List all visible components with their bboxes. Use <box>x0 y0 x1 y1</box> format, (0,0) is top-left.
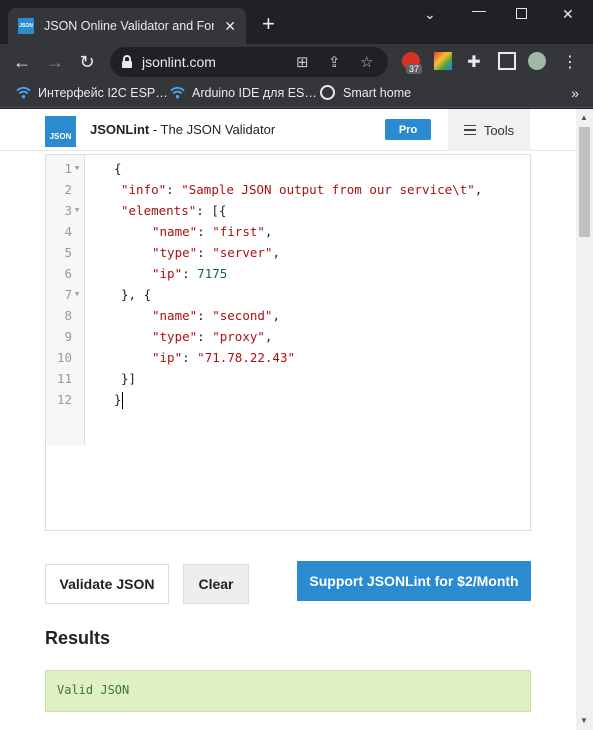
code-line[interactable]: }, { <box>46 284 526 305</box>
brand-title[interactable]: JSONLint - The JSON Validator <box>90 122 275 137</box>
code-line[interactable]: "name": "first", <box>46 221 526 242</box>
validate-json-button[interactable]: Validate JSON <box>45 564 169 604</box>
support-jsonlint-button[interactable]: Support JSONLint for $2/Month <box>297 561 531 601</box>
tab-title: JSON Online Validator and Formatter - JS… <box>44 19 214 33</box>
code-line[interactable]: "info": "Sample JSON output from our ser… <box>46 179 526 200</box>
code-line[interactable]: { <box>46 158 526 179</box>
url-text[interactable]: jsonlint.com <box>142 54 216 70</box>
new-tab-icon[interactable]: + <box>262 13 275 35</box>
code-line[interactable]: "ip": 7175 <box>46 263 526 284</box>
page-scrollbar[interactable]: ▲ ▼ <box>576 109 593 730</box>
results-heading: Results <box>45 628 111 648</box>
scroll-down-icon[interactable]: ▼ <box>580 716 588 725</box>
close-window-icon[interactable]: ✕ <box>562 6 574 23</box>
minimize-icon[interactable]: — <box>472 2 486 18</box>
code-line[interactable]: "name": "second", <box>46 305 526 326</box>
extension-badge: 37 <box>406 64 423 74</box>
extension-color-icon[interactable] <box>434 52 452 70</box>
brand-tagline: - The JSON Validator <box>149 122 276 137</box>
browser-tab[interactable]: JSON JSON Online Validator and Formatter… <box>8 8 246 44</box>
address-bar[interactable]: jsonlint.com ⊞ ⇪ ☆ <box>110 47 388 77</box>
tools-button[interactable]: Tools <box>448 109 530 151</box>
hamburger-icon <box>463 125 476 135</box>
bookmark-star-icon[interactable]: ☆ <box>360 53 373 71</box>
bookmark-label: Arduino IDE для ES… <box>192 85 317 100</box>
results-message: Valid JSON <box>57 683 130 697</box>
close-tab-icon[interactable]: ✕ <box>224 18 236 34</box>
bookmark-item[interactable]: Arduino IDE для ES… <box>170 85 317 100</box>
pro-button[interactable]: Pro <box>385 119 431 140</box>
json-favicon-icon: JSON <box>18 18 34 34</box>
brand-name: JSONLint <box>90 122 150 137</box>
wifi-icon <box>170 86 185 99</box>
page-viewport: JSON JSONLint - The JSON Validator Pro T… <box>0 109 576 730</box>
forward-icon[interactable]: → <box>43 50 67 74</box>
scroll-thumb[interactable] <box>579 127 590 237</box>
code-line[interactable]: "elements": [{ <box>46 200 526 221</box>
more-bookmarks-icon[interactable]: » <box>571 85 579 101</box>
jsonlint-logo[interactable]: JSON <box>45 116 76 147</box>
bookmark-label: Smart home <box>343 85 412 100</box>
back-icon[interactable]: ← <box>10 50 34 74</box>
code-line[interactable]: } <box>46 389 526 410</box>
profile-avatar[interactable] <box>528 52 546 70</box>
extensions-puzzle-icon[interactable]: ✚ <box>462 50 486 74</box>
clear-button[interactable]: Clear <box>183 564 249 604</box>
results-box: Valid JSON <box>45 670 531 712</box>
tab-strip: JSON JSON Online Validator and Formatter… <box>0 0 593 44</box>
reload-icon[interactable]: ↻ <box>75 50 99 74</box>
bookmark-label: Интерфейс I2C ESP… <box>38 85 168 100</box>
text-cursor <box>121 392 123 409</box>
code-line[interactable]: "type": "server", <box>46 242 526 263</box>
translate-icon[interactable]: ⊞ <box>296 53 309 71</box>
bookmarks-bar: Интерфейс I2C ESP… Arduino IDE для ES… S… <box>0 80 593 108</box>
scroll-up-icon[interactable]: ▲ <box>580 113 588 122</box>
code-line[interactable]: }] <box>46 368 526 389</box>
bookmark-item[interactable]: Smart home <box>320 85 411 100</box>
bookmark-item[interactable]: Интерфейс I2C ESP… <box>16 85 168 100</box>
chevron-down-icon[interactable]: ⌄ <box>424 6 436 23</box>
wifi-icon <box>16 86 31 99</box>
share-icon[interactable]: ⇪ <box>328 53 341 71</box>
browser-toolbar: ← → ↻ jsonlint.com ⊞ ⇪ ☆ ✚ ⋮ <box>0 44 593 80</box>
menu-kebab-icon[interactable]: ⋮ <box>558 50 582 74</box>
json-editor[interactable]: 1 ▼ 2 3 ▼ 4 5 6 7 ▼ 8 9 10 11 12 { "info": "Sample JSO… <box>45 154 531 531</box>
code-line[interactable]: "type": "proxy", <box>46 326 526 347</box>
maximize-icon[interactable] <box>516 8 527 19</box>
globe-icon <box>320 85 335 100</box>
site-header: JSON JSONLint - The JSON Validator Pro T… <box>0 109 576 151</box>
tools-label: Tools <box>483 122 515 138</box>
code-line[interactable]: "ip": "71.78.22.43" <box>46 347 526 368</box>
lock-icon[interactable] <box>122 55 132 68</box>
side-panel-icon[interactable] <box>498 52 516 70</box>
